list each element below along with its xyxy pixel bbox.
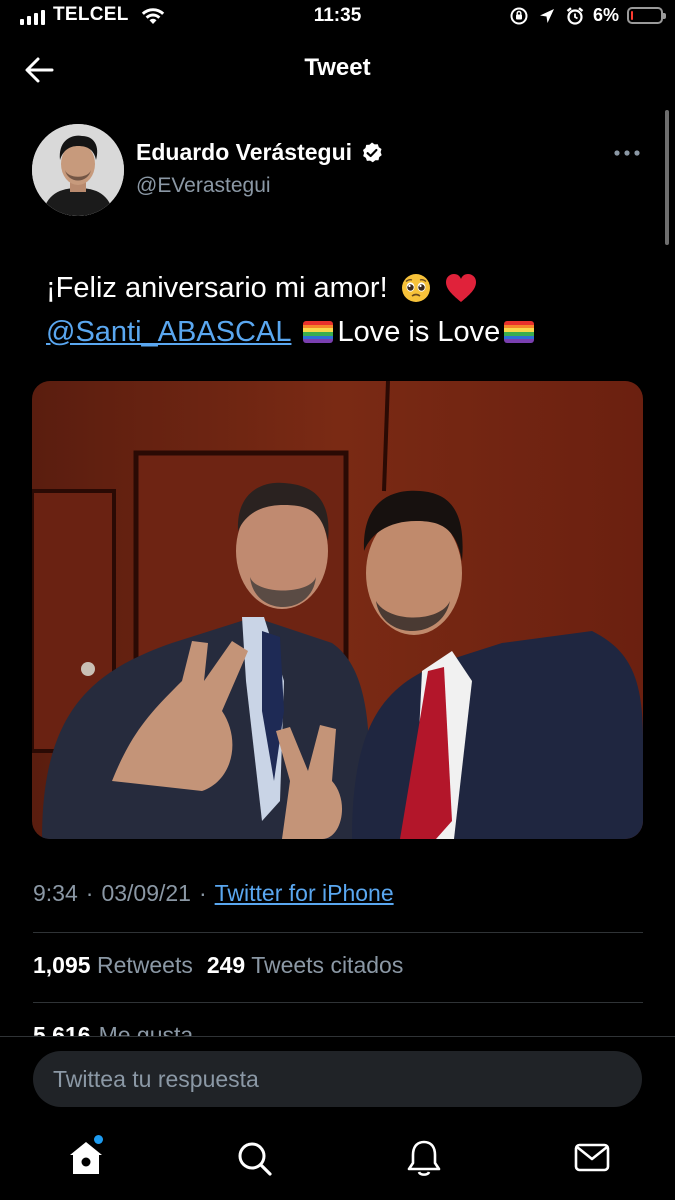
retweets-stat[interactable]: 1,095 Retweets: [33, 952, 193, 979]
author-name[interactable]: Eduardo Verástegui: [136, 139, 352, 166]
alarm-icon: [566, 6, 584, 25]
red-heart-emoji-icon: [445, 274, 476, 302]
meta-separator: ·: [198, 880, 207, 906]
notifications-icon[interactable]: [404, 1138, 444, 1178]
tweet-stats: 1,095 Retweets 249 Tweets citados: [33, 952, 403, 979]
location-icon: [539, 8, 554, 23]
battery-percent: 6%: [592, 5, 619, 25]
author-name-row[interactable]: Eduardo Verástegui: [136, 139, 384, 166]
retweets-label: Retweets: [96, 952, 193, 978]
bottom-tab-bar: [0, 1120, 675, 1200]
quote-tweets-stat[interactable]: 249 Tweets citados: [207, 952, 404, 979]
page-title: Tweet: [304, 54, 371, 81]
meta-separator: ·: [85, 880, 94, 906]
verified-badge-icon: [363, 142, 382, 162]
tweet-time: 9:34: [33, 880, 78, 906]
mention-link[interactable]: @Santi_ABASCAL: [46, 310, 291, 354]
status-bar-right: 6%: [509, 5, 666, 26]
reply-input[interactable]: [33, 1051, 642, 1107]
love-phrase: Love is Love: [303, 310, 535, 354]
more-options-icon[interactable]: [612, 143, 642, 163]
tweet-line-1: ¡Feliz aniversario mi amor!: [46, 266, 646, 310]
rainbow-flag-icon: [504, 321, 535, 343]
likes-count: 5,616: [33, 1022, 91, 1036]
love-is-love-text: Love is Love: [337, 316, 501, 348]
tweet-text: ¡Feliz aniversario mi amor! @Santi_ABASC…: [46, 266, 646, 354]
tweet-source-link[interactable]: Twitter for iPhone: [215, 880, 394, 907]
quote-tweets-count: 249: [206, 952, 246, 978]
home-icon[interactable]: [66, 1138, 106, 1178]
search-icon[interactable]: [234, 1138, 274, 1178]
author-handle[interactable]: @EVerastegui: [136, 174, 271, 198]
quote-tweets-label: Tweets citados: [251, 952, 404, 978]
top-nav: Tweet: [0, 34, 675, 104]
orientation-lock-icon: [510, 7, 528, 24]
status-bar: TELCEL 11:35 6%: [0, 0, 675, 34]
tweet-meta: 9:34 · 03/09/21 · Twitter for iPhone: [33, 880, 394, 907]
divider: [33, 932, 643, 933]
avatar[interactable]: [32, 124, 124, 216]
scrollbar[interactable]: [665, 110, 669, 245]
rainbow-flag-icon: [303, 321, 334, 343]
likes-stat[interactable]: 5,616 Me gusta: [33, 1022, 193, 1036]
messages-icon[interactable]: [572, 1138, 612, 1178]
tweet-date: 03/09/21: [101, 880, 191, 906]
battery-icon: [627, 7, 666, 24]
tweet-photo[interactable]: [32, 381, 643, 839]
avatar-image: [32, 124, 124, 216]
home-new-content-badge: [94, 1135, 103, 1144]
tweet-greeting: ¡Feliz aniversario mi amor!: [46, 272, 388, 304]
likes-label: Me gusta: [98, 1022, 194, 1036]
divider: [33, 1002, 643, 1003]
reply-bar: [0, 1036, 675, 1121]
tweet-line-2: @Santi_ABASCAL Love is Love: [46, 310, 646, 354]
retweets-count: 1,095: [33, 952, 91, 978]
photo-image: [32, 381, 643, 839]
battery-level-fill: [631, 11, 633, 20]
pleading-face-emoji-icon: [401, 274, 430, 302]
